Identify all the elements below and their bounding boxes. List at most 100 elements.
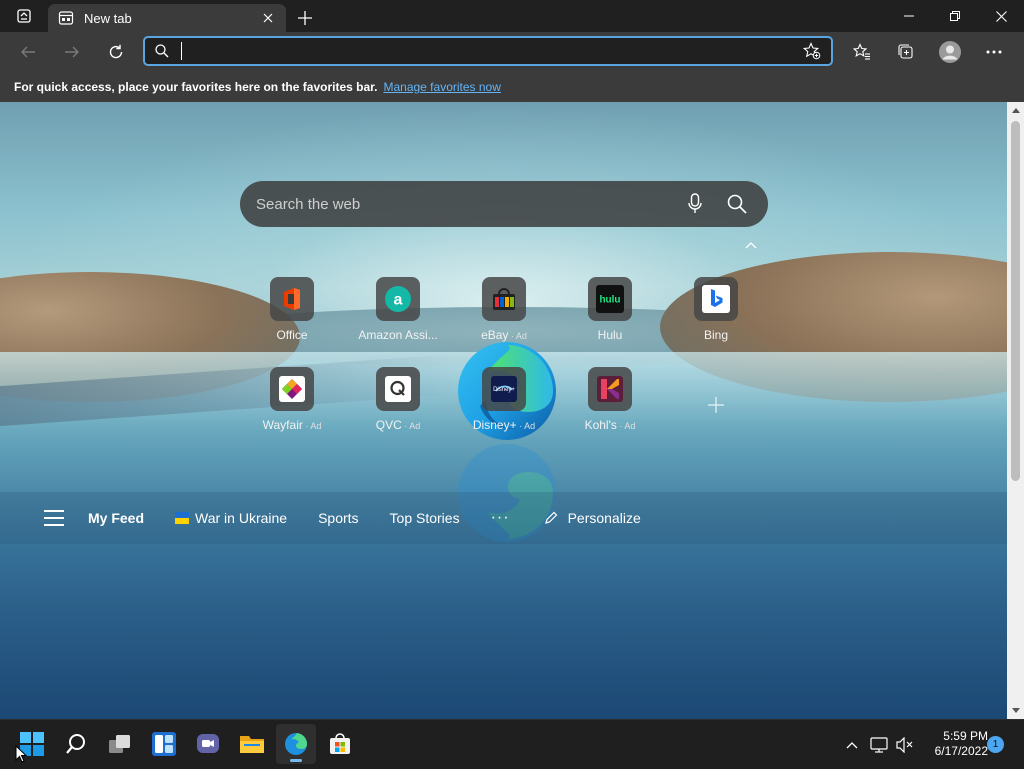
microsoft-store-button[interactable] bbox=[320, 724, 360, 764]
clock-time: 5:59 PM bbox=[943, 729, 988, 743]
feed-menu-button[interactable] bbox=[44, 510, 64, 526]
collections-button[interactable] bbox=[884, 34, 928, 70]
minimize-button[interactable] bbox=[886, 0, 932, 32]
add-site-button[interactable] bbox=[705, 394, 727, 416]
browser-toolbar bbox=[0, 32, 1024, 72]
tile-icon-box bbox=[588, 367, 632, 411]
profile-button[interactable] bbox=[928, 34, 972, 70]
office-icon bbox=[284, 288, 300, 310]
widgets-button[interactable] bbox=[144, 724, 184, 764]
tile-label: QVC · Ad bbox=[375, 418, 421, 432]
qvc-icon bbox=[385, 376, 411, 402]
voice-search-button[interactable] bbox=[680, 189, 710, 219]
collections-icon bbox=[898, 44, 913, 59]
taskbar-search-button[interactable] bbox=[56, 724, 96, 764]
favorites-button[interactable] bbox=[840, 34, 884, 70]
restore-button[interactable] bbox=[932, 0, 978, 32]
back-button[interactable] bbox=[6, 34, 50, 70]
personalize-label: Personalize bbox=[567, 510, 641, 526]
page-scrollbar[interactable] bbox=[1007, 102, 1024, 719]
tile-bing[interactable]: Bing bbox=[668, 277, 764, 342]
tile-amazon-assistant[interactable]: a Amazon Assi... bbox=[350, 277, 446, 342]
forward-button[interactable] bbox=[50, 34, 94, 70]
collapse-tiles-button[interactable] bbox=[742, 236, 760, 254]
notification-count-badge[interactable]: 1 bbox=[987, 736, 1004, 753]
tab-new-tab[interactable]: New tab bbox=[48, 4, 286, 32]
mouse-cursor-icon bbox=[15, 745, 27, 763]
personalize-button[interactable]: Personalize bbox=[544, 510, 641, 526]
volume-button[interactable] bbox=[892, 725, 918, 765]
hamburger-line bbox=[44, 510, 64, 512]
network-status-button[interactable] bbox=[866, 725, 892, 765]
file-explorer-button[interactable] bbox=[232, 724, 272, 764]
tile-wayfair[interactable]: Wayfair · Ad bbox=[244, 367, 340, 432]
hamburger-line bbox=[44, 524, 64, 526]
scroll-down-button[interactable] bbox=[1007, 702, 1024, 719]
back-arrow-icon bbox=[21, 46, 35, 58]
folder-icon bbox=[240, 736, 264, 753]
disney-plus-icon: Disney+ bbox=[491, 376, 517, 402]
microphone-icon bbox=[688, 193, 702, 213]
teams-chat-icon bbox=[197, 734, 219, 753]
forward-arrow-icon bbox=[65, 46, 79, 58]
hamburger-line bbox=[44, 517, 64, 519]
task-view-button[interactable] bbox=[100, 724, 140, 764]
ukraine-flag-icon bbox=[175, 512, 190, 524]
refresh-button[interactable] bbox=[94, 34, 138, 70]
search-icon bbox=[66, 734, 85, 754]
feed-navigation-bar: My Feed War in Ukraine Sports Top Storie… bbox=[0, 492, 1007, 544]
svg-text:hulu: hulu bbox=[599, 295, 620, 306]
address-input[interactable] bbox=[184, 43, 803, 59]
plus-icon bbox=[708, 397, 724, 413]
tab-actions-button[interactable] bbox=[0, 0, 48, 32]
close-icon bbox=[263, 13, 273, 23]
feed-tab-my-feed[interactable]: My Feed bbox=[88, 510, 144, 526]
chevron-up-icon bbox=[846, 741, 858, 748]
show-hidden-icons-button[interactable] bbox=[842, 725, 862, 765]
tile-label: Bing bbox=[703, 328, 729, 342]
close-icon bbox=[995, 10, 1007, 22]
feed-tab-top-stories[interactable]: Top Stories bbox=[390, 510, 460, 526]
svg-text:Disney+: Disney+ bbox=[493, 387, 515, 393]
tile-label: eBay · Ad bbox=[481, 328, 527, 342]
tab-close-button[interactable] bbox=[260, 10, 276, 26]
edge-taskbar-button[interactable] bbox=[276, 724, 316, 764]
feed-tab-war-in-ukraine[interactable]: War in Ukraine bbox=[175, 510, 287, 526]
add-favorite-icon[interactable] bbox=[803, 42, 821, 60]
clock-date: 6/17/2022 bbox=[934, 744, 988, 758]
volume-muted-icon bbox=[896, 736, 913, 753]
settings-more-button[interactable] bbox=[972, 34, 1016, 70]
scroll-thumb[interactable] bbox=[1011, 121, 1020, 481]
close-window-button[interactable] bbox=[978, 0, 1024, 32]
teams-chat-button[interactable] bbox=[188, 724, 228, 764]
profile-avatar-icon bbox=[939, 41, 961, 63]
scroll-up-arrow-icon bbox=[1011, 108, 1020, 113]
manage-favorites-link[interactable]: Manage favorites now bbox=[383, 80, 500, 94]
tile-qvc[interactable]: QVC · Ad bbox=[350, 367, 446, 432]
tile-kohls[interactable]: Kohl's · Ad bbox=[562, 367, 658, 432]
more-dots-icon bbox=[986, 50, 1002, 54]
svg-text:a: a bbox=[394, 292, 403, 309]
wayfair-icon bbox=[279, 376, 305, 402]
web-search-box[interactable]: Search the web bbox=[240, 181, 768, 227]
feed-more-button[interactable]: ··· bbox=[491, 509, 510, 527]
tile-disney-plus[interactable]: Disney+ Disney+ · Ad bbox=[456, 367, 552, 432]
feed-tab-sports[interactable]: Sports bbox=[318, 510, 358, 526]
address-bar[interactable] bbox=[143, 36, 833, 66]
tile-label: Wayfair · Ad bbox=[262, 418, 322, 432]
scroll-up-button[interactable] bbox=[1007, 102, 1024, 119]
tile-hulu[interactable]: hulu Hulu bbox=[562, 277, 658, 342]
toolbar-right-group bbox=[840, 32, 1016, 72]
tile-icon-box: hulu bbox=[588, 277, 632, 321]
tile-icon-box bbox=[376, 367, 420, 411]
taskbar-clock[interactable]: 5:59 PM 6/17/2022 bbox=[920, 729, 988, 759]
web-search-submit-button[interactable] bbox=[722, 189, 752, 219]
tile-office[interactable]: Office bbox=[244, 277, 340, 342]
tile-icon-box: a bbox=[376, 277, 420, 321]
network-icon bbox=[870, 736, 888, 753]
tab-title: New tab bbox=[84, 10, 132, 26]
new-tab-button[interactable] bbox=[288, 4, 322, 32]
minimize-icon bbox=[904, 15, 914, 17]
tile-label: Office bbox=[276, 328, 308, 342]
tile-ebay[interactable]: eBay · Ad bbox=[456, 277, 552, 342]
